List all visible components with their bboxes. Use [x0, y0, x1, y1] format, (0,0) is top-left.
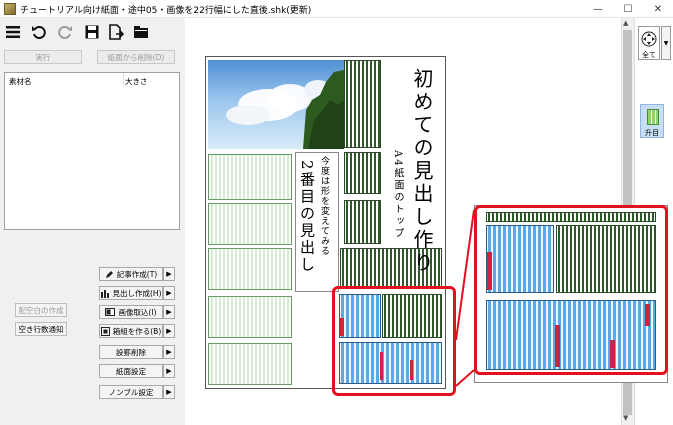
run-button[interactable]: 実行 [4, 50, 82, 64]
material-list[interactable]: 素材名 大きさ [4, 72, 180, 230]
article-block[interactable] [208, 203, 292, 245]
create-blank-button[interactable]: 配空白の作成 [15, 303, 67, 317]
list-header-size: 大きさ [125, 77, 148, 86]
app-icon [4, 3, 16, 15]
list-header-material-name: 素材名 [9, 77, 32, 86]
create-article-arrow[interactable]: ▶ [163, 267, 175, 281]
menu-icon[interactable] [3, 22, 23, 42]
title-bar: チュートリアル向け紙面・途中05・画像を22行幅にした直後.shk(更新) — … [0, 0, 673, 18]
create-box-button[interactable]: 箱組を作る(B) [99, 324, 163, 338]
page-number-settings-button[interactable]: ノンブル設定 [99, 385, 163, 399]
close-button[interactable]: ✕ [643, 0, 673, 18]
second-headline: 2番目の見出し [298, 160, 316, 274]
import-image-arrow[interactable]: ▶ [163, 305, 175, 319]
main-subhead: A4紙面のトップ [392, 150, 403, 240]
text-block[interactable] [344, 60, 381, 148]
open-folder-icon[interactable] [131, 22, 151, 42]
headline-icon [100, 289, 109, 298]
create-article-button[interactable]: 記事作成(T) [99, 267, 163, 281]
pencil-icon [105, 270, 113, 278]
fit-all-button[interactable]: 全て [638, 26, 660, 60]
zoom-annotation-box [474, 205, 668, 375]
page-settings-button[interactable]: 紙面設定 [99, 364, 163, 378]
article-block[interactable] [208, 248, 292, 290]
scroll-up-icon[interactable]: ▲ [623, 19, 628, 27]
annotation-box [332, 286, 456, 396]
page-number-settings-arrow[interactable]: ▶ [163, 385, 175, 399]
undo-icon[interactable] [29, 22, 49, 42]
box-icon [100, 326, 110, 336]
photo-block[interactable] [208, 60, 344, 149]
delete-rule-arrow[interactable]: ▶ [163, 345, 175, 359]
export-icon[interactable] [106, 22, 126, 42]
article-block[interactable] [208, 296, 292, 338]
delete-from-page-button[interactable]: 紙面から削除(D) [97, 50, 175, 64]
grid-icon [647, 109, 659, 125]
page-settings-arrow[interactable]: ▶ [163, 364, 175, 378]
minimize-button[interactable]: — [583, 0, 613, 18]
import-image-button[interactable]: 画像取込(I) [99, 305, 163, 319]
scroll-down-icon[interactable]: ▼ [623, 414, 628, 422]
text-block[interactable] [344, 152, 381, 194]
delete-rule-button[interactable]: 設罫削除 [99, 345, 163, 359]
main-headline: 初めての見出し作り [410, 68, 434, 275]
image-icon [105, 308, 116, 316]
second-subhead: 今度は形を変えてみる [319, 156, 329, 256]
create-headline-button[interactable]: 見出し作成(H) [99, 286, 163, 300]
grid-view-button[interactable]: 升目 [640, 104, 664, 138]
create-headline-arrow[interactable]: ▶ [163, 286, 175, 300]
save-icon[interactable] [82, 22, 102, 42]
move-arrows-icon [641, 31, 657, 47]
maximize-button[interactable]: ☐ [613, 0, 643, 18]
article-block[interactable] [208, 343, 292, 385]
blank-lines-notify-button[interactable]: 空き行数通知 [15, 322, 67, 336]
create-box-arrow[interactable]: ▶ [163, 324, 175, 338]
window-title: チュートリアル向け紙面・途中05・画像を22行幅にした直後.shk(更新) [20, 6, 312, 16]
text-block[interactable] [344, 200, 381, 244]
fit-dropdown[interactable]: ▼ [661, 26, 671, 60]
redo-icon[interactable] [55, 22, 75, 42]
article-block[interactable] [208, 154, 292, 200]
